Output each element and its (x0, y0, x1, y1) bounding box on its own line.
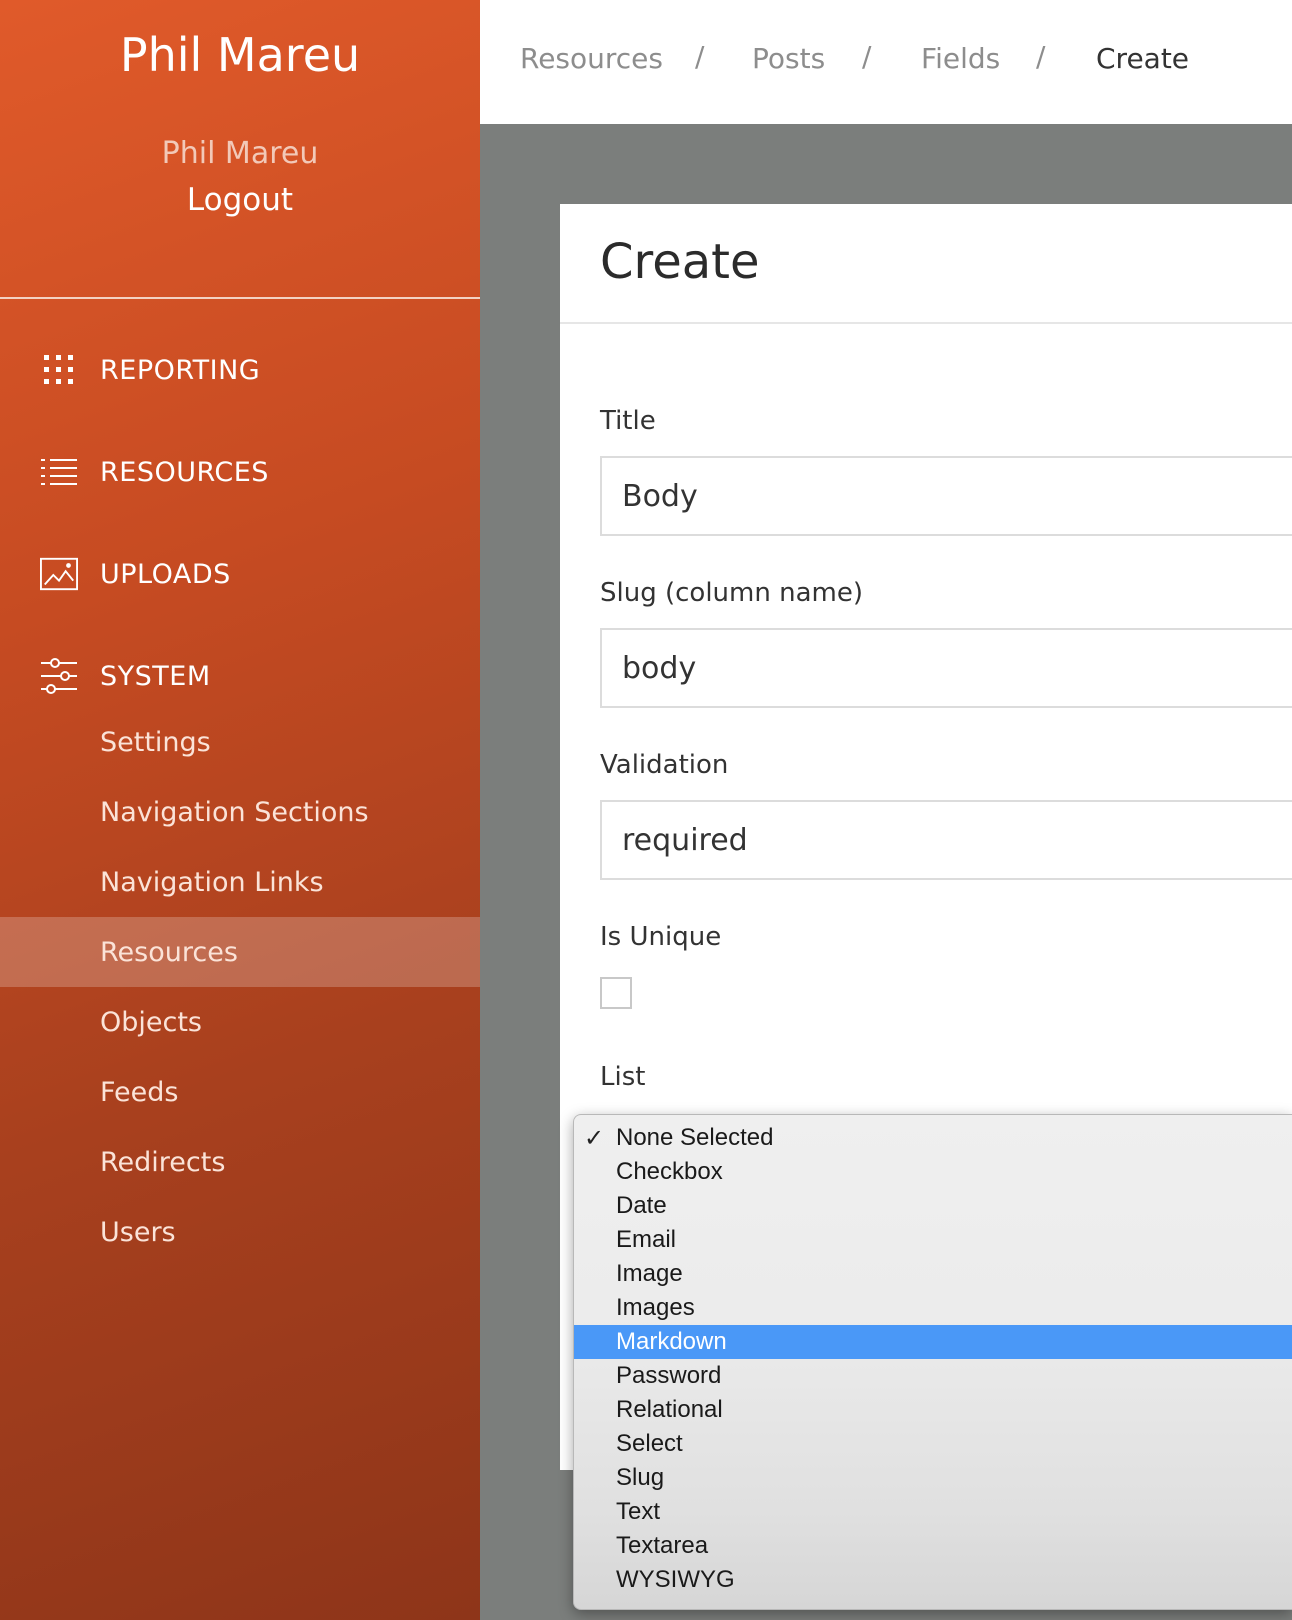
is-unique-label: Is Unique (600, 922, 722, 952)
title-label: Title (600, 406, 656, 436)
dropdown-option-markdown[interactable]: Markdown (574, 1325, 1292, 1359)
title-input[interactable] (600, 456, 1292, 536)
dropdown-option-wysiwyg[interactable]: WYSIWYG (574, 1563, 1292, 1597)
dropdown-option-label: Images (616, 1294, 695, 1321)
validation-input[interactable] (600, 800, 1292, 880)
nav-section-system[interactable]: SYSTEM (0, 646, 480, 706)
slug-input[interactable] (600, 628, 1292, 708)
slug-label: Slug (column name) (600, 578, 863, 608)
card-divider (560, 322, 1292, 324)
dropdown-option-label: Date (616, 1192, 667, 1219)
dropdown-option-label: Relational (616, 1396, 723, 1423)
validation-label: Validation (600, 750, 729, 780)
list-label: List (600, 1062, 646, 1092)
nav-section-resources[interactable]: RESOURCES (0, 442, 480, 502)
sidebar: Phil Mareu Phil Mareu Logout REPORTING R… (0, 0, 480, 1620)
list-icon (40, 453, 78, 491)
sidebar-item-label: Feeds (100, 1076, 179, 1108)
dropdown-option-slug[interactable]: Slug (574, 1461, 1292, 1495)
dropdown-option-text[interactable]: Text (574, 1495, 1292, 1529)
nav-section-label: REPORTING (100, 354, 261, 386)
dropdown-option-label: Slug (616, 1464, 665, 1491)
breadcrumb-fields[interactable]: Fields (921, 42, 1000, 75)
sidebar-item-label: Redirects (100, 1146, 226, 1178)
sidebar-item-label: Users (100, 1216, 176, 1248)
dropdown-option-image[interactable]: Image (574, 1257, 1292, 1291)
sidebar-item-label: Resources (100, 936, 238, 968)
dropdown-option-none-selected[interactable]: ✓ None Selected (574, 1121, 1292, 1155)
dropdown-option-images[interactable]: Images (574, 1291, 1292, 1325)
sidebar-item-label: Navigation Links (100, 866, 324, 898)
dropdown-option-label: Textarea (616, 1532, 709, 1559)
dropdown-option-select[interactable]: Select (574, 1427, 1292, 1461)
breadcrumb-separator: / (695, 40, 705, 73)
nav-section-label: SYSTEM (100, 660, 211, 692)
image-icon (40, 555, 78, 593)
logout-link[interactable]: Logout (0, 182, 480, 218)
dropdown-option-date[interactable]: Date (574, 1189, 1292, 1223)
grid-icon (40, 351, 78, 389)
sidebar-item-settings[interactable]: Settings (0, 707, 480, 777)
checkmark-icon: ✓ (584, 1124, 605, 1152)
dropdown-option-email[interactable]: Email (574, 1223, 1292, 1257)
sidebar-divider (0, 297, 480, 299)
field-type-dropdown-menu[interactable]: ✓ None Selected Checkbox Date Email Imag… (573, 1114, 1292, 1610)
current-user-name: Phil Mareu (161, 136, 319, 171)
dropdown-option-label: Email (616, 1226, 677, 1253)
sidebar-item-objects[interactable]: Objects (0, 987, 480, 1057)
dropdown-option-label: WYSIWYG (616, 1566, 735, 1593)
dropdown-option-password[interactable]: Password (574, 1359, 1292, 1393)
breadcrumb: Resources / Posts / Fields / Create (480, 0, 1292, 124)
sidebar-item-users[interactable]: Users (0, 1197, 480, 1267)
sidebar-item-navigation-links[interactable]: Navigation Links (0, 847, 480, 917)
breadcrumb-separator: / (862, 40, 872, 73)
sidebar-item-label: Navigation Sections (100, 796, 369, 828)
dropdown-option-label: Checkbox (616, 1158, 723, 1185)
nav-section-uploads[interactable]: UPLOADS (0, 544, 480, 604)
nav-section-label: UPLOADS (100, 558, 231, 590)
nav-section-label: RESOURCES (100, 456, 269, 488)
sidebar-item-feeds[interactable]: Feeds (0, 1057, 480, 1127)
dropdown-option-label: Password (616, 1362, 722, 1389)
page-title: Create (600, 234, 760, 290)
dropdown-option-relational[interactable]: Relational (574, 1393, 1292, 1427)
breadcrumb-posts[interactable]: Posts (752, 42, 825, 75)
dropdown-option-label: Image (616, 1260, 683, 1287)
dropdown-option-textarea[interactable]: Textarea (574, 1529, 1292, 1563)
sidebar-item-navigation-sections[interactable]: Navigation Sections (0, 777, 480, 847)
dropdown-option-label: Markdown (616, 1328, 727, 1355)
sidebar-item-label: Settings (100, 726, 211, 758)
nav-section-reporting[interactable]: REPORTING (0, 340, 480, 400)
dropdown-option-label: None Selected (616, 1124, 774, 1151)
sidebar-item-resources[interactable]: Resources (0, 917, 480, 987)
sidebar-item-redirects[interactable]: Redirects (0, 1127, 480, 1197)
sidebar-item-label: Objects (100, 1006, 203, 1038)
dropdown-option-label: Text (616, 1498, 661, 1525)
breadcrumb-current: Create (1096, 42, 1190, 75)
sliders-icon (40, 657, 78, 695)
breadcrumb-resources[interactable]: Resources (520, 42, 663, 75)
is-unique-checkbox[interactable] (600, 977, 632, 1009)
brand-title[interactable]: Phil Mareu (0, 28, 480, 82)
dropdown-option-label: Select (616, 1430, 683, 1457)
dropdown-option-checkbox[interactable]: Checkbox (574, 1155, 1292, 1189)
breadcrumb-separator: / (1036, 40, 1046, 73)
